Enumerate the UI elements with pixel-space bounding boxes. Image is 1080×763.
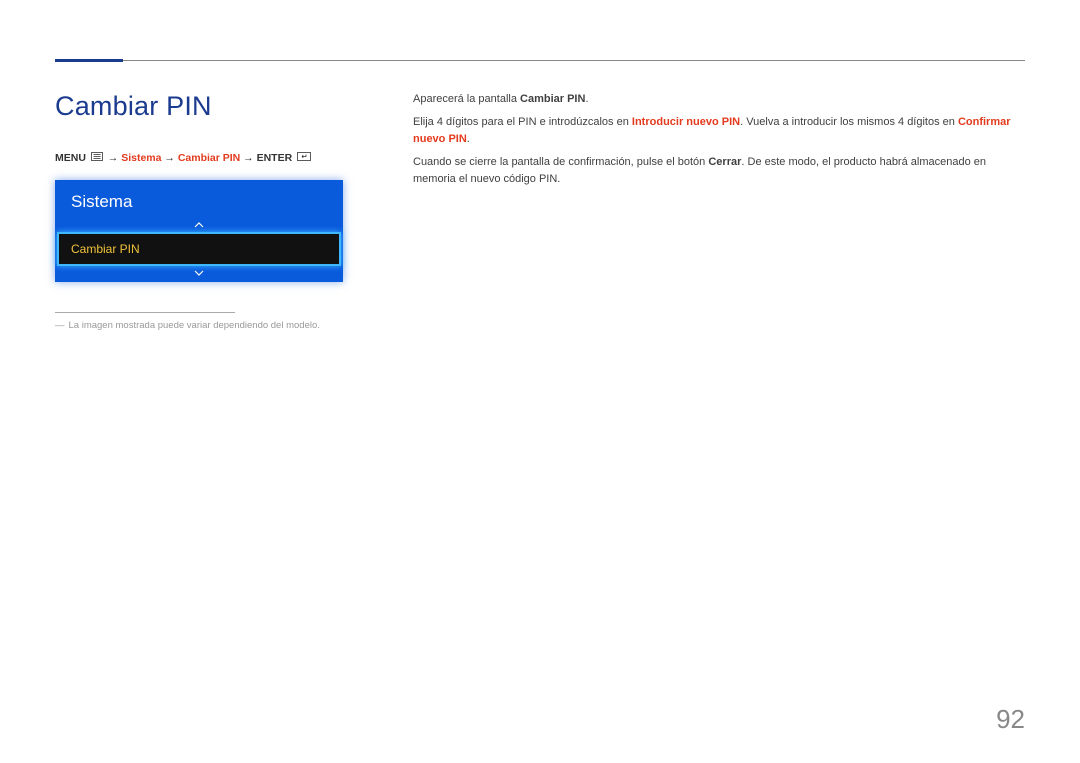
- text: Aparecerá la pantalla: [413, 93, 520, 105]
- chevron-up-icon: [57, 218, 341, 232]
- footnote-separator: [55, 312, 235, 313]
- page-title: Cambiar PIN: [55, 91, 365, 122]
- footnote: ― La imagen mostrada puede variar depend…: [55, 319, 365, 332]
- chevron-down-icon: [57, 266, 341, 280]
- text: . Vuelva a introducir los mismos 4 dígit…: [740, 116, 958, 128]
- text: Cuando se cierre la pantalla de confirma…: [413, 156, 708, 168]
- enter-icon: [297, 152, 311, 164]
- osd-menu-title: Sistema: [57, 182, 341, 218]
- osd-menu-preview: Sistema Cambiar PIN: [55, 180, 343, 282]
- footnote-dash: ―: [55, 319, 65, 332]
- breadcrumb: MENU → Sistema → Cambiar PIN → ENTER: [55, 152, 365, 164]
- bc-menu: MENU: [55, 152, 86, 164]
- page-number: 92: [996, 704, 1025, 735]
- bc-sep: →: [243, 152, 254, 164]
- paragraph-2: Elija 4 dígitos para el PIN e introdúzca…: [413, 114, 1025, 148]
- text: .: [467, 133, 470, 145]
- bc-sep: →: [164, 152, 175, 164]
- text: Elija 4 dígitos para el PIN e introdúzca…: [413, 116, 632, 128]
- bc-cambiar: Cambiar PIN: [178, 152, 240, 164]
- text: .: [585, 93, 588, 105]
- bc-enter: ENTER: [257, 152, 293, 164]
- paragraph-3: Cuando se cierre la pantalla de confirma…: [413, 154, 1025, 188]
- red-text: Introducir nuevo PIN: [632, 116, 740, 128]
- bc-sep: →: [108, 152, 119, 164]
- paragraph-1: Aparecerá la pantalla Cambiar PIN.: [413, 91, 1025, 108]
- menu-icon: [91, 152, 103, 164]
- bold-text: Cerrar: [708, 156, 741, 168]
- osd-selected-item: Cambiar PIN: [57, 232, 341, 266]
- bc-sistema: Sistema: [121, 152, 161, 164]
- top-separator: [55, 60, 1025, 61]
- bold-text: Cambiar PIN: [520, 93, 585, 105]
- footnote-text: La imagen mostrada puede variar dependie…: [69, 319, 320, 332]
